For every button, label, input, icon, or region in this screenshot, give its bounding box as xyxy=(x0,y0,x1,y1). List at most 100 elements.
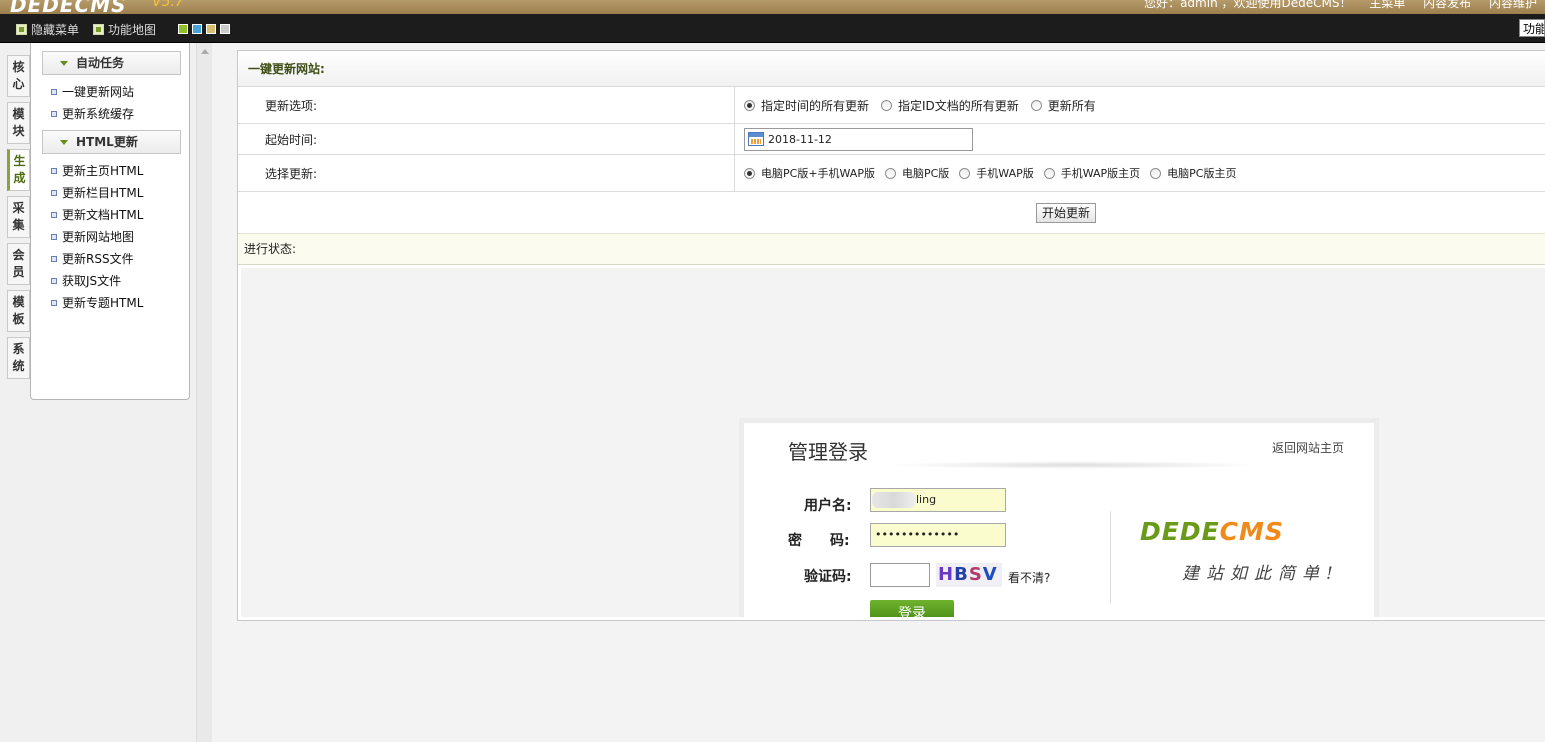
radio-button[interactable] xyxy=(1150,167,1162,179)
main-area: 一键更新网站: 更新选项: 指定时间的所有更新 指定ID文档的所有更新 更新所有… xyxy=(212,43,1545,742)
top-link-maintain[interactable]: 内容维护 xyxy=(1489,0,1537,10)
skin-swatch-tan[interactable] xyxy=(206,24,216,34)
sidebar-item-update-home[interactable]: 更新主页HTML xyxy=(51,160,189,182)
calendar-icon[interactable] xyxy=(748,132,764,146)
sidebar-item-update-cache[interactable]: 更新系统缓存 xyxy=(51,103,189,125)
tab-generate[interactable]: 生成 xyxy=(7,149,30,191)
top-link-publish[interactable]: 内容发布 xyxy=(1423,0,1471,10)
select-update-label: 选择更新: xyxy=(238,155,735,191)
sidebar-panel: 自动任务 一键更新网站 更新系统缓存 HTML更新 更新主页HTML 更新栏目H… xyxy=(30,43,190,400)
sidebar-item-update-rss[interactable]: 更新RSS文件 xyxy=(51,248,189,270)
tab-core-label: 核心 xyxy=(12,60,25,91)
top-link-main-menu[interactable]: 主菜单 xyxy=(1369,0,1405,10)
tab-core[interactable]: 核心 xyxy=(7,55,30,97)
hide-menu-label: 隐藏菜单 xyxy=(31,23,80,37)
select-update-pc-home[interactable]: 电脑PC版主页 xyxy=(1150,165,1237,181)
sidebar-group-html-update[interactable]: HTML更新 xyxy=(42,130,181,154)
tab-collect-label: 采集 xyxy=(12,201,25,232)
back-to-home-link[interactable]: 返回网站主页 xyxy=(1272,439,1344,456)
update-option-by-time[interactable]: 指定时间的所有更新 xyxy=(744,97,869,114)
option-label: 指定ID文档的所有更新 xyxy=(898,98,1019,113)
skin-swatch-blue[interactable] xyxy=(192,24,202,34)
slogan-text: 建站如此简单! xyxy=(1182,564,1340,584)
radio-button[interactable] xyxy=(959,167,971,179)
top-bar: DEDECMS V5.7 您好：admin ，欢迎使用DedeCMS！ 主菜单 … xyxy=(0,0,1545,14)
captcha-char: S xyxy=(968,564,983,585)
top-nav: 您好：admin ，欢迎使用DedeCMS！ 主菜单 内容发布 内容维护 xyxy=(1130,0,1537,11)
sidebar-item-update-category[interactable]: 更新栏目HTML xyxy=(51,182,189,204)
update-site-panel: 一键更新网站: 更新选项: 指定时间的所有更新 指定ID文档的所有更新 更新所有… xyxy=(237,50,1545,621)
sidebar-group-auto-task[interactable]: 自动任务 xyxy=(42,51,181,75)
radio-button[interactable] xyxy=(1030,99,1042,111)
action-row: 开始更新 xyxy=(238,192,1545,233)
tab-module-label: 模块 xyxy=(12,107,25,138)
radio-button[interactable] xyxy=(744,167,755,179)
group-title: HTML更新 xyxy=(76,135,138,149)
sidebar-item-update-site[interactable]: 一键更新网站 xyxy=(51,81,189,103)
function-button[interactable]: 功能 xyxy=(1519,19,1545,37)
username-input[interactable]: ling xyxy=(870,488,1006,512)
function-map-button[interactable]: 功能地图 xyxy=(93,21,156,38)
password-label: 密 码: xyxy=(788,533,850,549)
tab-template[interactable]: 模板 xyxy=(7,290,30,332)
radio-button[interactable] xyxy=(884,167,896,179)
group-title: 自动任务 xyxy=(76,56,125,70)
sidebar-item-update-sitemap[interactable]: 更新网站地图 xyxy=(51,226,189,248)
tab-template-label: 模板 xyxy=(12,295,25,326)
hide-menu-button[interactable]: 隐藏菜单 xyxy=(16,21,79,38)
panel-title: 一键更新网站: xyxy=(238,51,1545,87)
sidebar-item-update-topic[interactable]: 更新专题HTML xyxy=(51,292,189,314)
menu-bar: 隐藏菜单 功能地图 功能 xyxy=(0,14,1545,43)
radio-button[interactable] xyxy=(744,99,755,111)
captcha-refresh-link[interactable]: 看不清? xyxy=(1008,569,1050,586)
select-update-pc-wap[interactable]: 电脑PC版+手机WAP版 xyxy=(744,165,875,181)
option-label: 手机WAP版主页 xyxy=(1060,167,1141,180)
logo-part: CMS xyxy=(1219,517,1284,546)
select-update-pc[interactable]: 电脑PC版 xyxy=(884,165,950,181)
login-button[interactable]: 登录 xyxy=(870,600,954,617)
tab-member-label: 会员 xyxy=(12,248,25,279)
update-option-group: 指定时间的所有更新 指定ID文档的所有更新 更新所有 xyxy=(744,87,1108,123)
select-update-group: 电脑PC版+手机WAP版 电脑PC版 手机WAP版 手机WAP版主页 电脑PC版… xyxy=(744,155,1249,191)
option-label: 指定时间的所有更新 xyxy=(761,98,870,113)
start-time-input[interactable]: 2018-11-12 xyxy=(744,127,973,151)
update-option-all[interactable]: 更新所有 xyxy=(1030,97,1096,114)
tab-module[interactable]: 模块 xyxy=(7,102,30,144)
radio-button[interactable] xyxy=(881,99,893,111)
login-title: 管理登录 xyxy=(788,440,868,464)
tab-system[interactable]: 系统 xyxy=(7,337,30,379)
username-label: 用户名: xyxy=(804,498,852,514)
title-shadow xyxy=(884,461,1264,469)
captcha-image[interactable]: HBSV xyxy=(936,563,1002,587)
sidebar-item-get-js[interactable]: 获取JS文件 xyxy=(51,270,189,292)
captcha-char: B xyxy=(954,564,969,585)
tab-member[interactable]: 会员 xyxy=(7,243,30,285)
radio-button[interactable] xyxy=(1043,167,1055,179)
option-label: 电脑PC版 xyxy=(901,167,950,180)
captcha-label: 验证码: xyxy=(804,569,852,585)
update-option-by-id[interactable]: 指定ID文档的所有更新 xyxy=(881,97,1019,114)
start-update-button[interactable]: 开始更新 xyxy=(1036,203,1097,223)
function-map-label: 功能地图 xyxy=(108,23,157,37)
panel-icon xyxy=(16,24,27,35)
select-update-wap-home[interactable]: 手机WAP版主页 xyxy=(1043,165,1141,181)
select-update-row: 选择更新: 电脑PC版+手机WAP版 电脑PC版 手机WAP版 手机WAP版主页… xyxy=(238,155,1545,192)
status-frame: 管理登录 返回网站主页 用户名: ling 密 码: •••••••••••••… xyxy=(241,268,1545,617)
start-time-field-wrap: 2018-11-12 xyxy=(744,124,973,154)
tab-generate-label: 生成 xyxy=(13,154,26,185)
sidebar-group-html-update-items: 更新主页HTML 更新栏目HTML 更新文档HTML 更新网站地图 更新RSS文… xyxy=(31,154,189,314)
login-divider xyxy=(1110,511,1111,603)
captcha-input[interactable] xyxy=(870,563,930,587)
option-label: 电脑PC版+手机WAP版 xyxy=(761,167,875,180)
skin-swatch-green[interactable] xyxy=(178,24,188,34)
username-value: ling xyxy=(916,493,937,506)
tab-collect[interactable]: 采集 xyxy=(7,196,30,238)
password-input[interactable]: ••••••••••••• xyxy=(870,523,1006,547)
sidebar-scrollbar[interactable] xyxy=(196,43,212,742)
map-icon xyxy=(93,24,104,35)
sidebar-item-update-docs[interactable]: 更新文档HTML xyxy=(51,204,189,226)
login-box-inner: 管理登录 返回网站主页 用户名: ling 密 码: •••••••••••••… xyxy=(744,423,1374,617)
skin-swatch-gray[interactable] xyxy=(220,24,230,34)
select-update-wap[interactable]: 手机WAP版 xyxy=(959,165,1034,181)
start-time-value: 2018-11-12 xyxy=(768,132,832,146)
